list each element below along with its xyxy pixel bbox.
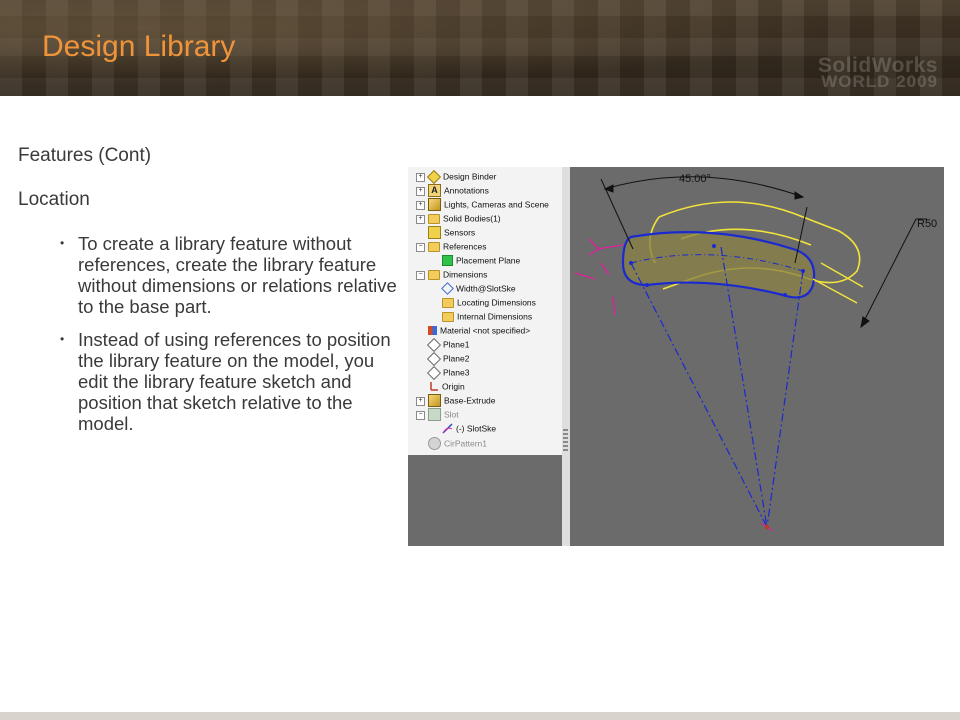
tree-item-label: Solid Bodies(1) [443, 213, 501, 224]
tree-item-label: Sensors [444, 227, 476, 238]
tree-item-label: Plane2 [443, 353, 470, 364]
slide-body: Features (Cont) Location • To create a li… [18, 145, 398, 446]
slide-header: Design Library SolidWorks WORLD 2009 [0, 0, 960, 96]
subtitle-location: Location [18, 189, 90, 210]
tree-item-locating-dimensions[interactable]: Locating Dimensions [442, 296, 536, 309]
lights-icon [428, 198, 441, 212]
tree-item-label: Design Binder [443, 171, 497, 182]
expand-icon[interactable]: + [416, 187, 425, 196]
slide-title: Design Library [42, 30, 236, 63]
relation-markers [574, 238, 624, 316]
tree-item-label: Base-Extrude [444, 395, 496, 406]
center-point [760, 522, 774, 532]
tree-item-label: Plane1 [443, 339, 470, 350]
brand-logo-line2: WORLD 2009 [821, 72, 938, 91]
tree-item-solid-bodies[interactable]: + Solid Bodies(1) [416, 212, 501, 225]
bullet-item: • Instead of using references to position… [18, 329, 398, 434]
tree-item-placement-plane[interactable]: Placement Plane [442, 254, 520, 267]
tree-item-plane3[interactable]: Plane3 [426, 365, 470, 380]
bullet-dot-icon: • [60, 236, 65, 250]
tree-item-label: CirPattern1 [444, 438, 487, 449]
expand-icon[interactable]: + [416, 215, 425, 224]
tree-item-width-dimension[interactable]: Width@SlotSke [441, 282, 516, 296]
tree-item-label: Internal Dimensions [457, 311, 533, 322]
panel-splitter-handle[interactable] [563, 429, 568, 453]
outer-arc-extension [812, 262, 864, 304]
slot-body [621, 231, 816, 299]
collapse-icon[interactable]: − [416, 271, 425, 280]
sketch-icon [442, 423, 453, 434]
slot-feature-icon [428, 408, 441, 422]
tree-empty-area [408, 455, 562, 546]
expand-icon[interactable]: + [416, 201, 425, 210]
subtitle-features: Features (Cont) [18, 145, 152, 166]
angle-dimension-label[interactable]: 45.00° [679, 173, 711, 185]
expand-icon[interactable]: + [416, 397, 425, 406]
tree-item-plane2[interactable]: Plane2 [426, 351, 470, 366]
extrude-icon [428, 394, 441, 408]
tree-item-label: Material <not specified> [440, 325, 531, 336]
bullet-dot-icon: • [60, 332, 65, 346]
design-binder-icon [426, 169, 442, 184]
tree-item-references[interactable]: − References [416, 240, 487, 253]
tree-item-label: References [443, 241, 487, 252]
slide-footer-bar [0, 712, 960, 720]
tree-item-origin[interactable]: Origin [428, 380, 465, 393]
bullet-item: • To create a library feature without ref… [18, 233, 398, 317]
sensors-icon [428, 226, 441, 240]
folder-icon [428, 269, 440, 280]
solid-bodies-icon [428, 213, 440, 224]
folder-icon [428, 241, 440, 252]
collapse-icon[interactable]: − [416, 411, 425, 420]
tree-item-label: Dimensions [443, 269, 488, 280]
tree-panel-border [562, 167, 570, 546]
brand-logo: SolidWorks WORLD 2009 [818, 55, 938, 91]
folder-icon [442, 297, 454, 308]
folder-icon [442, 311, 454, 322]
tree-item-label: Slot [444, 409, 459, 420]
dimension-icon [441, 282, 454, 296]
plane-icon [426, 351, 442, 366]
collapse-icon[interactable]: − [416, 243, 425, 252]
tree-item-label: Origin [442, 381, 465, 392]
tree-item-base-extrude[interactable]: + Base-Extrude [416, 394, 496, 408]
tree-item-design-binder[interactable]: + Design Binder [416, 169, 497, 184]
tree-item-plane1[interactable]: Plane1 [426, 337, 470, 352]
tree-item-slot-sketch[interactable]: (-) SlotSke [442, 422, 496, 435]
solidworks-screenshot: + Design Binder + A Annotations + Lights, Ca… [408, 167, 944, 546]
plane-icon [426, 365, 442, 380]
bullet-text: Instead of using references to position … [78, 329, 391, 434]
tree-item-label: Plane3 [443, 367, 470, 378]
tree-item-label: Annotations [444, 185, 489, 196]
pattern-icon [428, 437, 441, 451]
expand-icon[interactable]: + [416, 173, 425, 182]
tree-item-label: Width@SlotSke [456, 283, 516, 294]
feature-manager-tree: + Design Binder + A Annotations + Lights, Ca… [408, 167, 563, 455]
tree-item-annotations[interactable]: + A Annotations [416, 184, 489, 198]
tree-item-label: Locating Dimensions [457, 297, 536, 308]
tree-item-label: Lights, Cameras and Scene [444, 199, 549, 210]
tree-item-sensors[interactable]: Sensors [428, 226, 476, 240]
tree-item-label: (-) SlotSke [456, 423, 497, 434]
graphics-viewport[interactable]: 45.00° R50 [571, 167, 944, 546]
tree-item-slot[interactable]: − Slot [416, 408, 459, 422]
tree-item-lights[interactable]: + Lights, Cameras and Scene [416, 198, 549, 212]
material-icon [428, 326, 437, 336]
bullet-list: • To create a library feature without ref… [18, 233, 398, 434]
radius-dimension-label[interactable]: R50 [917, 218, 937, 230]
placement-plane-icon [442, 255, 453, 267]
tree-item-dimensions[interactable]: − Dimensions [416, 268, 488, 281]
origin-icon [428, 381, 439, 392]
annotations-icon: A [428, 184, 441, 198]
radius-dimension[interactable] [860, 218, 927, 329]
tree-item-material[interactable]: Material <not specified> [428, 324, 530, 337]
tree-item-internal-dimensions[interactable]: Internal Dimensions [442, 310, 532, 323]
tree-item-label: Placement Plane [456, 255, 521, 266]
tree-item-cirpattern1[interactable]: CirPattern1 [428, 437, 487, 451]
plane-icon [426, 337, 442, 352]
bullet-text: To create a library feature without refe… [78, 233, 397, 317]
